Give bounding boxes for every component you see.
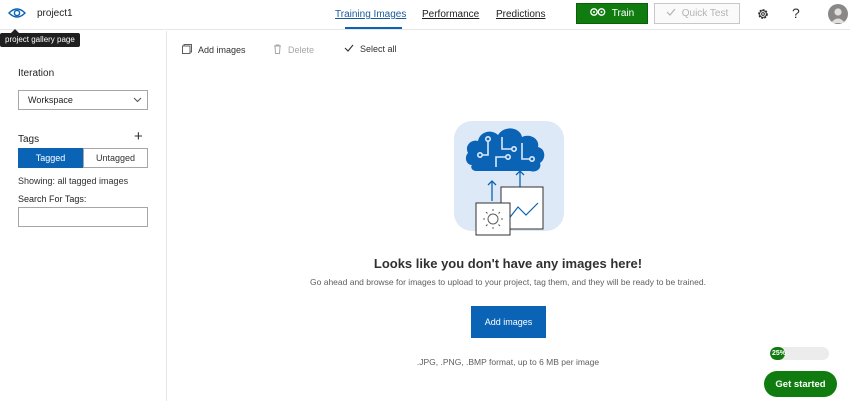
- help-button[interactable]: ?: [792, 5, 800, 21]
- tab-performance[interactable]: Performance: [422, 9, 479, 20]
- get-started-button[interactable]: Get started: [764, 371, 837, 397]
- select-all-label: Select all: [360, 44, 397, 54]
- empty-state-description: Go ahead and browse for images to upload…: [310, 277, 706, 287]
- empty-state-title: Looks like you don't have any images her…: [373, 256, 643, 271]
- progress-fill: 25%: [770, 347, 786, 360]
- delete-tool[interactable]: Delete: [273, 44, 314, 56]
- avatar[interactable]: [828, 4, 848, 24]
- add-images-label: Add images: [198, 45, 246, 55]
- check-icon: [344, 44, 354, 54]
- chevron-down-icon: [133, 91, 142, 115]
- tagged-toggle[interactable]: Tagged: [18, 148, 83, 168]
- add-image-icon: [182, 44, 192, 56]
- add-images-button[interactable]: Add images: [471, 306, 546, 338]
- sidebar: Iteration Workspace Tags + Tagged Untagg…: [0, 31, 167, 401]
- train-label: Train: [611, 8, 635, 19]
- search-tags-label: Search For Tags:: [18, 194, 87, 204]
- tooltip: project gallery page: [0, 29, 80, 47]
- iteration-label: Iteration: [18, 68, 55, 79]
- empty-state-illustration: [452, 119, 564, 237]
- delete-label: Delete: [288, 45, 315, 55]
- tab-predictions[interactable]: Predictions: [496, 9, 545, 20]
- search-tags-input[interactable]: [18, 207, 148, 227]
- quick-test-button[interactable]: Quick Test: [654, 3, 740, 24]
- iteration-select[interactable]: Workspace: [18, 90, 148, 110]
- project-name[interactable]: project1: [37, 8, 73, 19]
- gears-icon: [589, 7, 606, 20]
- trash-icon: [273, 44, 282, 56]
- iteration-value: Workspace: [28, 95, 73, 105]
- tags-label: Tags: [18, 134, 40, 145]
- top-bar: project1 Training Images Performance Pre…: [0, 0, 850, 30]
- eye-icon[interactable]: [8, 5, 26, 21]
- active-tab-indicator: [345, 27, 402, 29]
- select-all-tool[interactable]: Select all: [344, 44, 397, 54]
- gear-icon[interactable]: [756, 7, 770, 21]
- tag-filter-toggle: Tagged Untagged: [18, 148, 148, 168]
- quick-test-label: Quick Test: [681, 8, 729, 19]
- tab-training-images[interactable]: Training Images: [335, 9, 406, 20]
- check-icon: [666, 8, 676, 19]
- train-button[interactable]: Train: [576, 3, 648, 24]
- supported-formats-text: .JPG, .PNG, .BMP format, up to 6 MB per …: [416, 357, 600, 367]
- add-tag-icon[interactable]: +: [134, 129, 143, 144]
- untagged-toggle[interactable]: Untagged: [83, 148, 148, 168]
- showing-text: Showing: all tagged images: [18, 176, 129, 186]
- onboarding-progress-bar: 25%: [770, 347, 829, 360]
- add-images-tool[interactable]: Add images: [182, 44, 246, 56]
